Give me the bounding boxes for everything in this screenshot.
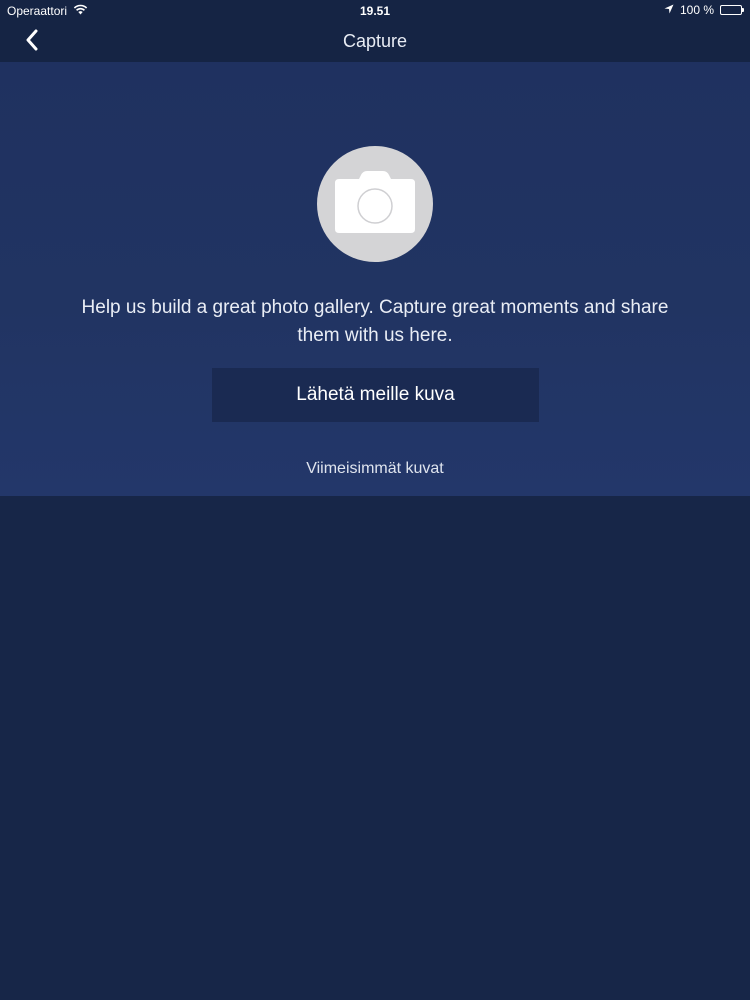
send-photo-button[interactable]: Lähetä meille kuva: [212, 368, 539, 422]
helper-text: Help us build a great photo gallery. Cap…: [81, 297, 669, 346]
camera-placeholder: [317, 146, 433, 262]
recent-photos-label: Viimeisimmät kuvat: [306, 460, 444, 477]
battery-percentage: 100 %: [679, 3, 714, 17]
status-right-group: 100 %: [664, 3, 744, 17]
location-arrow-icon: [664, 3, 674, 17]
camera-icon: [333, 170, 417, 238]
status-bar: Operaattori 19.51 100 %: [0, 0, 750, 22]
page-title: Capture: [342, 31, 408, 51]
capture-hero-section: Help us build a great photo gallery. Cap…: [0, 62, 750, 496]
battery-icon: [720, 5, 744, 15]
status-time: 19.51: [359, 4, 391, 18]
navigation-bar: Capture: [0, 22, 750, 62]
